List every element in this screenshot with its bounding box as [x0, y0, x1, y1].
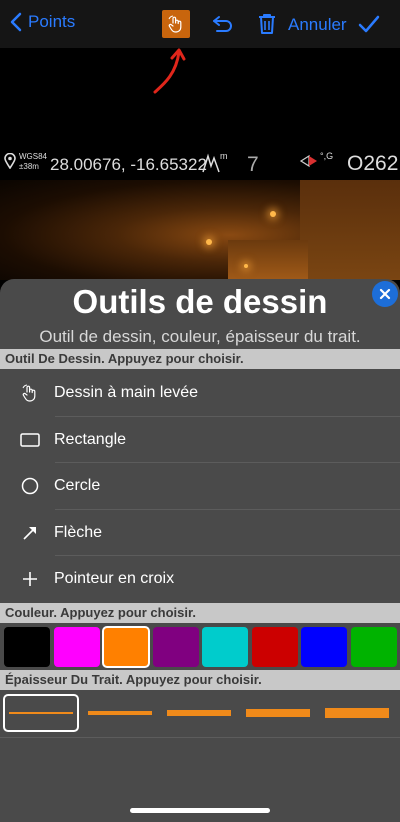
- altitude-icon: [202, 153, 220, 173]
- altitude-unit: m: [220, 151, 228, 161]
- tool-circle[interactable]: Cercle: [0, 463, 400, 510]
- camera-light: [244, 264, 248, 268]
- color-swatch[interactable]: [202, 627, 248, 667]
- color-swatch[interactable]: [53, 627, 100, 667]
- circle-icon: [0, 477, 54, 495]
- camera-wall: [300, 180, 400, 280]
- hand-draw-icon: [0, 383, 54, 403]
- cancel-button[interactable]: Annuler: [288, 15, 347, 35]
- tool-rectangle[interactable]: Rectangle: [0, 417, 400, 463]
- stroke-sample: [246, 709, 310, 717]
- delete-button[interactable]: [258, 13, 276, 40]
- arrow-icon: [0, 524, 54, 542]
- tool-label: Flèche: [54, 523, 103, 541]
- home-indicator: [130, 808, 270, 813]
- color-swatch[interactable]: [4, 627, 50, 667]
- stroke-width-option[interactable]: [240, 694, 316, 732]
- location-pin-icon: [4, 153, 16, 169]
- gps-accuracy: WGS84 ±38m: [19, 152, 47, 172]
- crosshair-icon: [0, 571, 54, 587]
- stroke-width-option[interactable]: [82, 694, 158, 732]
- coordinates-readout: 28.00676, -16.65322: [50, 155, 207, 174]
- close-button[interactable]: [372, 281, 398, 307]
- drawing-tools-sheet: Outils de dessin Outil de dessin, couleu…: [0, 279, 400, 822]
- tool-freehand[interactable]: Dessin à main levée: [0, 370, 400, 417]
- camera-light: [206, 239, 212, 245]
- stroke-sample: [9, 712, 73, 714]
- close-icon: [379, 288, 391, 300]
- tool-arrow[interactable]: Flèche: [0, 510, 400, 556]
- tool-label: Cercle: [54, 477, 101, 495]
- stroke-width-option[interactable]: [319, 694, 395, 732]
- stroke-sample: [167, 710, 231, 716]
- stroke-width-option[interactable]: [161, 694, 237, 732]
- color-swatch[interactable]: [251, 627, 298, 667]
- undo-icon: [213, 16, 232, 32]
- stroke-section-header: Épaisseur Du Trait. Appuyez pour choisir…: [0, 670, 400, 690]
- checkmark-icon: [358, 15, 380, 33]
- color-swatch[interactable]: [102, 626, 150, 668]
- stroke-sample: [88, 711, 152, 715]
- divider: [0, 737, 400, 738]
- tools-section-header: Outil De Dessin. Appuyez pour choisir.: [0, 349, 400, 369]
- tool-label: Pointeur en croix: [54, 570, 175, 588]
- compass-icon: [300, 154, 317, 168]
- camera-light: [270, 211, 276, 217]
- back-label: Points: [28, 12, 76, 31]
- camera-preview: [0, 180, 400, 280]
- hand-draw-tool-button[interactable]: [162, 10, 190, 38]
- color-palette: [0, 624, 400, 670]
- color-swatch[interactable]: [152, 627, 199, 667]
- tool-label: Dessin à main levée: [54, 384, 199, 402]
- rectangle-icon: [0, 432, 54, 448]
- stroke-width-options: [0, 691, 400, 737]
- accuracy-label: ±38m: [19, 162, 39, 171]
- confirm-button[interactable]: [358, 14, 380, 39]
- camera-info-bar: WGS84 ±38m 28.00676, -16.65322 m 7 °,G O…: [0, 150, 400, 180]
- stroke-sample: [325, 708, 389, 718]
- sheet-title: Outils de dessin: [72, 283, 328, 320]
- hand-draw-icon: [168, 15, 182, 33]
- compass-unit: °,G: [320, 151, 334, 161]
- chevron-left-icon: [10, 12, 22, 32]
- back-button[interactable]: Points: [10, 12, 75, 32]
- sheet-subtitle: Outil de dessin, couleur, épaisseur du t…: [39, 327, 361, 346]
- annotation-arrow-icon: [153, 48, 186, 94]
- heading-readout: O262: [347, 152, 399, 175]
- trash-icon: [259, 14, 275, 34]
- tool-list: Dessin à main levée Rectangle Cercle Flè…: [0, 370, 400, 603]
- top-toolbar: Points Annuler: [0, 0, 400, 48]
- color-section-header: Couleur. Appuyez pour choisir.: [0, 603, 400, 623]
- camera-building: [228, 240, 308, 280]
- satellite-count: 7: [247, 153, 259, 176]
- datum-label: WGS84: [19, 152, 48, 161]
- tool-label: Rectangle: [54, 430, 127, 448]
- stroke-width-option[interactable]: [3, 694, 79, 732]
- color-swatch[interactable]: [350, 627, 397, 667]
- tool-crosshair[interactable]: Pointeur en croix: [0, 556, 400, 603]
- color-swatch[interactable]: [301, 627, 347, 667]
- undo-button[interactable]: [211, 13, 235, 42]
